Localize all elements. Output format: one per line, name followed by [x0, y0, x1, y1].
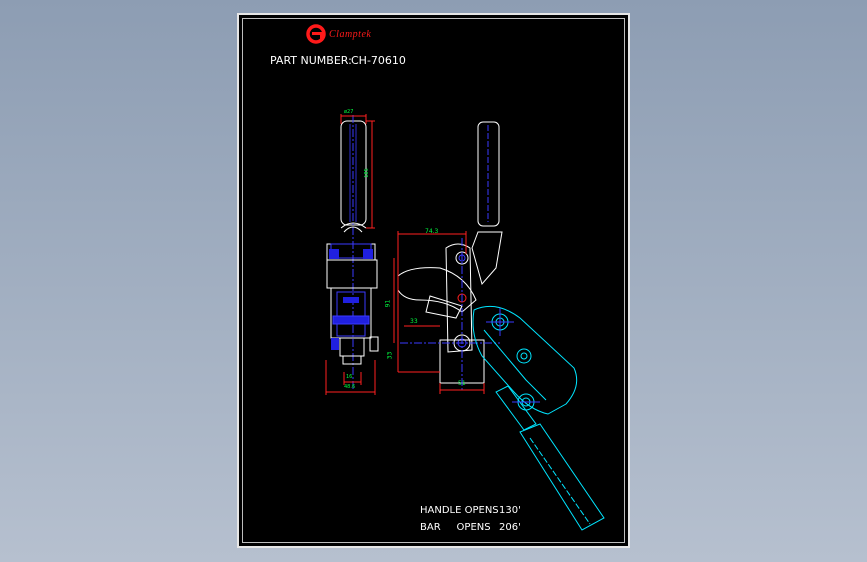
- dim-base-a: 16: [346, 374, 353, 380]
- handle-opens-label: HANDLE OPENS: [420, 505, 499, 516]
- dim-height-a: 91: [384, 299, 392, 308]
- dim-width-b: 33: [410, 318, 418, 325]
- dim-handle-dia: ø27: [344, 109, 354, 115]
- bar-opens-value: 206': [499, 522, 521, 533]
- brand-name: Clamptek: [329, 29, 372, 40]
- clamptek-logo-icon: [306, 24, 326, 44]
- dim-base-b: 48.6: [344, 384, 356, 390]
- bar-opens-label: BAR OPENS: [420, 522, 491, 533]
- part-number-value: CH-70610: [351, 54, 406, 67]
- front-view: [325, 114, 379, 395]
- open-position-view: [472, 305, 605, 531]
- clamp-drawing: [306, 24, 605, 531]
- dim-height-b: 33: [386, 351, 394, 360]
- handle-opens-value: 130': [499, 505, 521, 516]
- dim-width-a: 74.3: [425, 228, 439, 235]
- side-view: [393, 121, 503, 394]
- part-number-label: PART NUMBER:: [270, 54, 352, 67]
- dim-handle-len: 185: [363, 168, 370, 178]
- open-position-centers: [486, 308, 540, 403]
- dim-width-c: 51: [458, 380, 466, 387]
